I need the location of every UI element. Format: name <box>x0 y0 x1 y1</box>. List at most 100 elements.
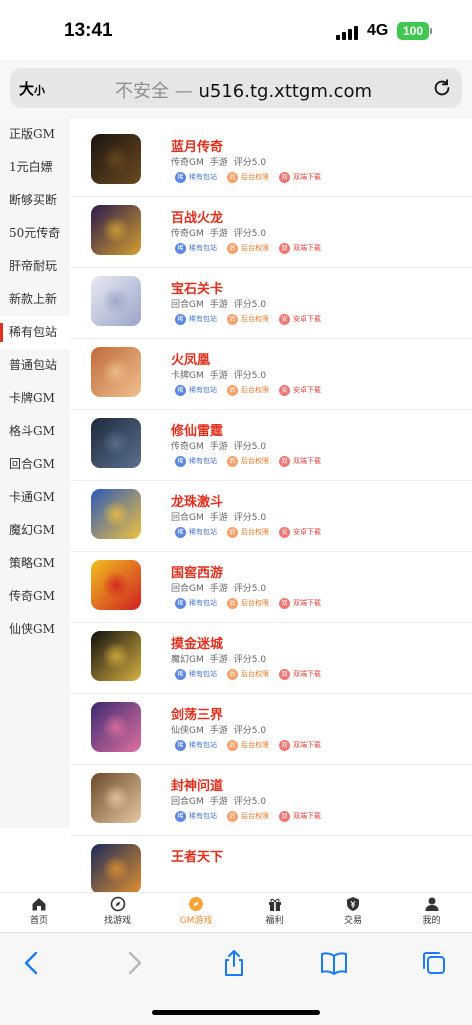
game-icon-guojiao[interactable] <box>91 560 141 610</box>
signal-icon <box>336 24 360 40</box>
game-genre: 回合GM <box>171 584 204 594</box>
sidebar-item-5[interactable]: 新款上新 <box>0 283 70 316</box>
tag-badge-icon: 后 <box>227 384 238 396</box>
sidebar-item-7[interactable]: 普通包站 <box>0 349 70 382</box>
game-name[interactable]: 火凤凰 <box>171 349 210 368</box>
gm-icon <box>189 897 203 911</box>
sidebar-item-9[interactable]: 格斗GM <box>0 415 70 448</box>
game-icon-huofeng[interactable] <box>91 347 141 397</box>
sidebar-item-13[interactable]: 策略GM <box>0 547 70 580</box>
game-icon-lanyue[interactable] <box>91 134 141 184</box>
game-tag: 双双端下载 <box>279 667 321 681</box>
address-bar[interactable]: 大小 不安全 — u516.tg.xttgm.com <box>10 68 462 108</box>
game-row[interactable]: 国窖西游 回合GM 手游 评分5.0 稀稀有包站后后台权限双双端下载 <box>70 551 472 622</box>
game-icon-fengshen[interactable] <box>91 773 141 823</box>
game-name[interactable]: 摸金迷城 <box>171 633 223 652</box>
game-icon-jiandang[interactable] <box>91 702 141 752</box>
game-row[interactable]: 封神问道 回合GM 手游 评分5.0 稀稀有包站后后台权限双双端下载 <box>70 764 472 835</box>
game-tags: 稀稀有包站后后台权限安安卓下载 <box>175 312 472 326</box>
tab-user[interactable]: 我的 <box>402 896 462 926</box>
tabs-icon[interactable] <box>420 949 448 977</box>
game-platform: 手游 <box>209 726 228 736</box>
game-icon-baizhan[interactable] <box>91 205 141 255</box>
game-icon-xiuxian[interactable] <box>91 418 141 468</box>
tab-gm[interactable]: GM游戏 <box>166 896 226 926</box>
sidebar-item-1[interactable]: 1元白嫖 <box>0 151 70 184</box>
game-icon-baoshi[interactable] <box>91 276 141 326</box>
sidebar-item-3[interactable]: 50元传奇 <box>0 217 70 250</box>
tab-shield[interactable]: 交易 <box>323 896 383 926</box>
game-genre: 传奇GM <box>171 442 204 452</box>
game-row[interactable]: 宝石关卡 回合GM 手游 评分5.0 稀稀有包站后后台权限安安卓下载 <box>70 267 472 338</box>
game-row[interactable]: 剑荡三界仙侠GM 手游 评分5.0 稀稀有包站后后台权限双双端下载 <box>70 693 472 764</box>
game-tag: 后后台权限 <box>227 809 269 823</box>
forward-icon[interactable] <box>120 949 148 977</box>
tag-badge-icon: 稀 <box>175 526 186 538</box>
tag-badge-icon: 双 <box>279 810 290 822</box>
game-row[interactable]: 火凤凰 卡牌GM 手游 评分5.0 稀稀有包站后后台权限安安卓下载 <box>70 338 472 409</box>
sidebar-item-2[interactable]: 断够买断 <box>0 184 70 217</box>
sidebar-item-6[interactable]: 稀有包站 <box>0 316 70 349</box>
game-tags: 稀稀有包站后后台权限双双端下载 <box>175 170 472 184</box>
tab-compass[interactable]: 找游戏 <box>88 896 148 926</box>
sidebar-item-12[interactable]: 魔幻GM <box>0 514 70 547</box>
game-icon-longzhu[interactable] <box>91 489 141 539</box>
sidebar-item-4[interactable]: 肝帝耐玩 <box>0 250 70 283</box>
game-score: 评分5.0 <box>233 726 267 736</box>
tag-label: 双端下载 <box>293 457 321 465</box>
game-row[interactable]: 摸金迷城 魔幻GM 手游 评分5.0 稀稀有包站后后台权限双双端下载 <box>70 622 472 693</box>
text-size-button[interactable]: 大小 <box>19 78 45 99</box>
back-icon[interactable] <box>18 949 46 977</box>
game-row[interactable]: 蓝月传奇 传奇GM 手游 评分5.0 稀稀有包站后后台权限双双端下载 <box>70 126 472 196</box>
game-tags: 稀稀有包站后后台权限双双端下载 <box>175 596 472 610</box>
share-icon[interactable] <box>220 949 248 977</box>
tag-label: 稀有包站 <box>189 599 217 607</box>
game-row[interactable]: 百战火龙 传奇GM 手游 评分5.0 稀稀有包站后后台权限双双端下载 <box>70 196 472 267</box>
game-icon-wangzhe[interactable] <box>91 844 141 892</box>
sidebar-item-0[interactable]: 正版GM <box>0 118 70 151</box>
sidebar-item-14[interactable]: 传奇GM <box>0 580 70 613</box>
sidebar-item-11[interactable]: 卡通GM <box>0 481 70 514</box>
tag-badge-icon: 双 <box>279 668 290 680</box>
game-name[interactable]: 国窖西游 <box>171 562 223 581</box>
game-genre: 卡牌GM <box>171 371 204 381</box>
tag-label: 稀有包站 <box>189 741 217 749</box>
game-row[interactable]: 龙珠激斗 回合GM 手游 评分5.0 稀稀有包站后后台权限安安卓下载 <box>70 480 472 551</box>
game-name[interactable]: 蓝月传奇 <box>171 136 223 155</box>
home-icon <box>32 898 46 911</box>
game-name[interactable]: 龙珠激斗 <box>171 491 223 510</box>
status-time: 13:41 <box>64 20 113 41</box>
sidebar-item-10[interactable]: 回合GM <box>0 448 70 481</box>
tag-badge-icon: 稀 <box>175 597 186 609</box>
game-row[interactable]: 王者天下 <box>70 835 472 892</box>
tag-badge-icon: 稀 <box>175 384 186 396</box>
sidebar-item-15[interactable]: 仙侠GM <box>0 613 70 646</box>
url-text[interactable]: 不安全 — u516.tg.xttgm.com <box>115 77 372 103</box>
game-row[interactable]: 修仙雷霆 传奇GM 手游 评分5.0 稀稀有包站后后台权限双双端下载 <box>70 409 472 480</box>
tag-badge-icon: 后 <box>227 597 238 609</box>
game-name[interactable]: 剑荡三界 <box>171 704 223 723</box>
game-name[interactable]: 百战火龙 <box>171 207 223 226</box>
game-platform: 手游 <box>209 655 228 665</box>
tag-label: 后台权限 <box>241 315 269 323</box>
tab-gift[interactable]: 福利 <box>245 896 305 926</box>
tag-label: 安卓下载 <box>293 315 321 323</box>
tag-label: 稀有包站 <box>189 670 217 678</box>
home-indicator <box>152 1010 320 1015</box>
game-name[interactable]: 封神问道 <box>171 775 223 794</box>
game-tag: 后后台权限 <box>227 312 269 326</box>
reload-icon[interactable] <box>431 77 453 99</box>
game-name[interactable]: 宝石关卡 <box>171 278 223 297</box>
game-genre: 仙侠GM <box>171 726 204 736</box>
tab-home[interactable]: 首页 <box>9 896 69 926</box>
game-platform: 手游 <box>209 229 228 239</box>
game-tag: 双双端下载 <box>279 809 321 823</box>
game-icon-mojin[interactable] <box>91 631 141 681</box>
tag-label: 稀有包站 <box>189 244 217 252</box>
game-name[interactable]: 修仙雷霆 <box>171 420 223 439</box>
bookmarks-icon[interactable] <box>320 949 348 977</box>
game-tags: 稀稀有包站后后台权限双双端下载 <box>175 738 472 752</box>
tag-label: 稀有包站 <box>189 812 217 820</box>
sidebar-item-8[interactable]: 卡牌GM <box>0 382 70 415</box>
game-name[interactable]: 王者天下 <box>171 846 223 865</box>
